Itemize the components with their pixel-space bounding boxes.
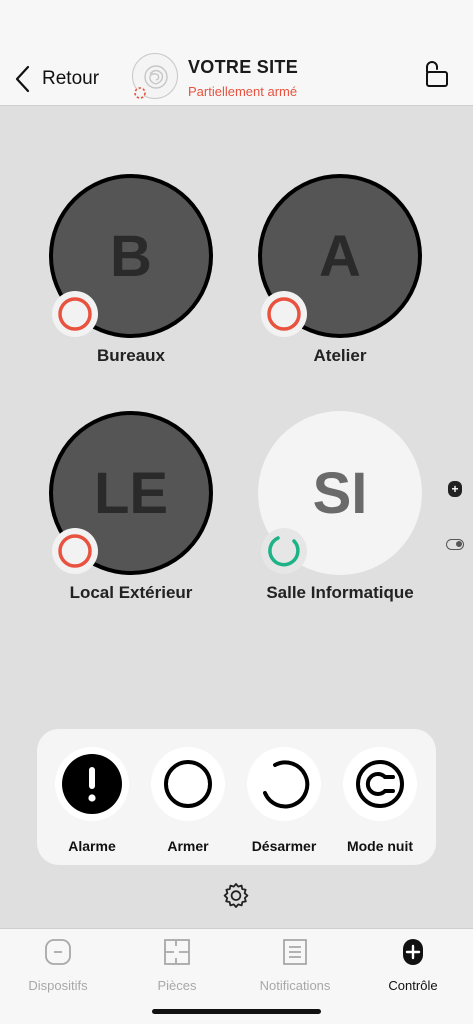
- tab-controle[interactable]: Contrôle: [358, 937, 468, 993]
- action-label: Alarme: [68, 838, 116, 854]
- tab-label: Contrôle: [388, 978, 438, 993]
- action-panel: Alarme Armer Désarmer Mode nuit: [37, 729, 436, 865]
- action-circle[interactable]: [151, 747, 225, 821]
- add-icon[interactable]: +: [448, 481, 462, 497]
- action-circle[interactable]: [55, 747, 129, 821]
- rose-icon: [134, 65, 168, 99]
- back-button[interactable]: Retour: [14, 62, 99, 96]
- site-logo: [132, 53, 178, 99]
- zone-status-badge: [52, 528, 98, 574]
- action-circle[interactable]: [247, 747, 321, 821]
- unlocked-padlock-icon[interactable]: [422, 60, 450, 88]
- devices-icon: [45, 939, 71, 965]
- alarm-button[interactable]: Alarme: [44, 747, 140, 854]
- action-circle[interactable]: [343, 747, 417, 821]
- armed-ring-icon: [58, 534, 92, 568]
- night-mode-button[interactable]: Mode nuit: [332, 747, 428, 854]
- home-indicator: [152, 1009, 321, 1014]
- tab-label: Dispositifs: [28, 978, 88, 993]
- zone-label: Bureaux: [96, 346, 166, 365]
- toggle-icon[interactable]: [446, 539, 464, 550]
- night-mode-icon: [356, 760, 404, 808]
- zone-label: Salle Informatique: [266, 583, 414, 602]
- zone-initials: SI: [312, 460, 368, 526]
- zone-label: Atelier: [313, 346, 367, 365]
- control-icon: [403, 939, 423, 965]
- zone-status-badge: [261, 528, 307, 574]
- tab-label: Pièces: [157, 978, 197, 993]
- alarm-icon: [62, 754, 122, 814]
- tab-notifications[interactable]: Notifications: [240, 937, 350, 993]
- zone-initials: A: [319, 223, 361, 289]
- zone-label: Local Extérieur: [69, 583, 193, 602]
- armed-ring-icon: [267, 297, 301, 331]
- zone-status-badge: [52, 291, 98, 337]
- arm-icon: [164, 760, 212, 808]
- arm-button[interactable]: Armer: [140, 747, 236, 854]
- back-label: Retour: [42, 68, 100, 89]
- top-bar: Retour VOTRE SITE Partiellement armé: [0, 0, 473, 106]
- zone-initials: LE: [93, 460, 169, 526]
- armed-ring-icon: [58, 297, 92, 331]
- action-label: Mode nuit: [346, 838, 414, 854]
- tab-dispositifs[interactable]: Dispositifs: [3, 937, 113, 993]
- rooms-icon: [164, 939, 190, 965]
- disarm-icon: [263, 760, 310, 809]
- tab-pieces[interactable]: Pièces: [122, 937, 232, 993]
- disarmed-arc-icon: [268, 536, 300, 567]
- settings-gear-icon[interactable]: [221, 881, 251, 911]
- site-title: VOTRE SITE: [188, 57, 299, 77]
- action-label: Désarmer: [251, 838, 317, 854]
- tab-label: Notifications: [259, 978, 331, 993]
- zone-status-badge: [261, 291, 307, 337]
- site-status: Partiellement armé: [188, 84, 298, 99]
- zone-initials: B: [110, 223, 152, 289]
- chevron-left-icon: [15, 65, 30, 93]
- disarm-button[interactable]: Désarmer: [236, 747, 332, 854]
- notifications-icon: [283, 939, 307, 965]
- action-label: Armer: [167, 838, 209, 854]
